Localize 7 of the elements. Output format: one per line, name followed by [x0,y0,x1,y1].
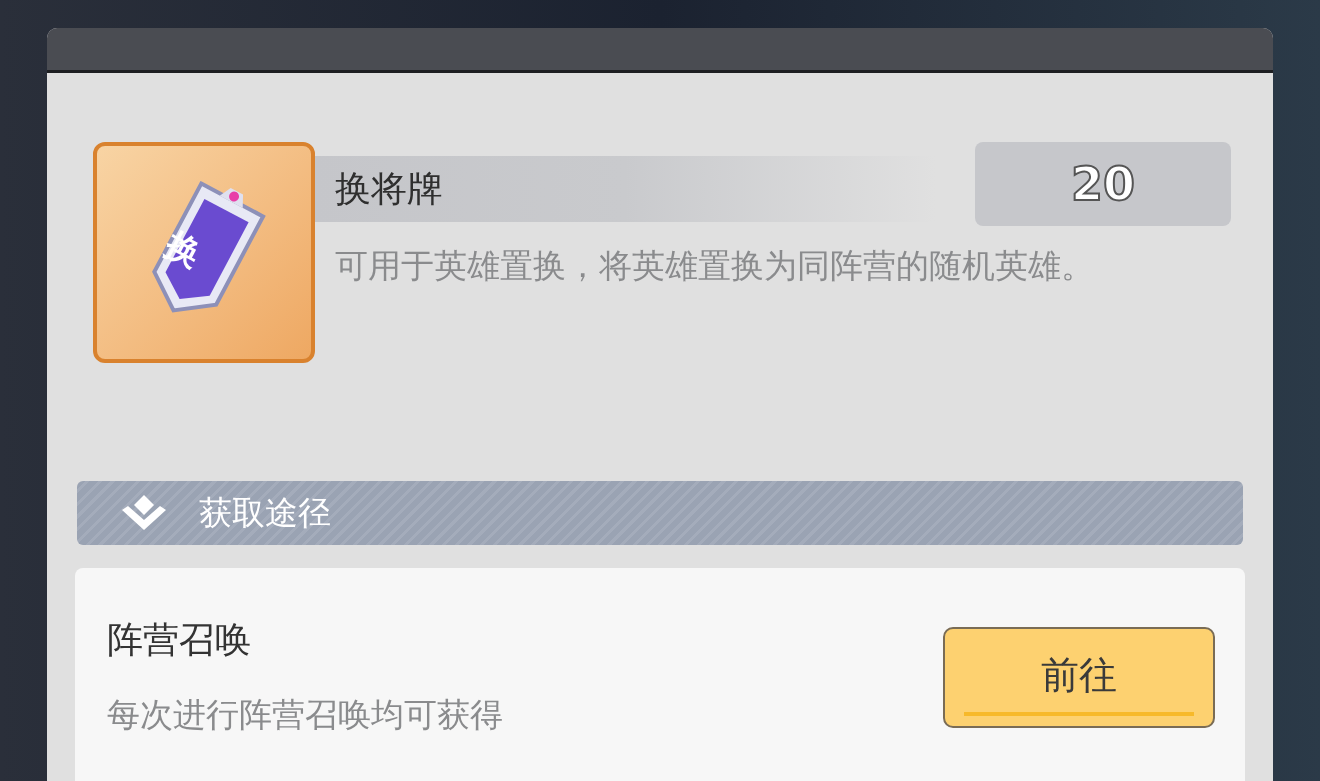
ticket-glyph: 换 [161,226,207,272]
source-title: 阵营召唤 [107,618,252,662]
section-title: 获取途径 [199,492,331,535]
item-count: 20 [975,142,1231,226]
go-button[interactable]: 前往 [943,627,1215,728]
source-subtitle: 每次进行阵营召唤均可获得 [107,694,504,736]
item-description: 可用于英雄置换，将英雄置换为同阵营的随机英雄。 [334,245,1095,287]
